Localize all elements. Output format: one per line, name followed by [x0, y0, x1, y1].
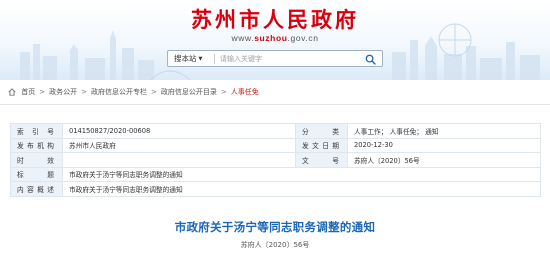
site-url-prefix: www. [231, 33, 255, 43]
breadcrumb-divider [0, 104, 550, 105]
breadcrumb-info-directory[interactable]: 政府信息公开目录 [161, 88, 217, 96]
search-box: 搜本站 ▼ [167, 50, 383, 67]
breadcrumb-separator: > [150, 88, 157, 96]
breadcrumb-separator: > [39, 88, 46, 96]
breadcrumb-gov-affairs[interactable]: 政务公开 [49, 88, 77, 96]
search-scope-select[interactable]: 搜本站 ▼ [174, 53, 212, 65]
meta-row: 内容概述 市政府关于汤宁等同志职务调整的通知 [10, 181, 541, 197]
meta-value-category: 人事工作； 人事任免； 通知 [347, 123, 541, 139]
article-title: 市政府关于汤宁等同志职务调整的通知 [174, 220, 376, 234]
meta-value-index: 014150827/2020-00608 [62, 123, 296, 139]
search-input[interactable] [220, 53, 358, 65]
article-doc-number: 苏府人〔2020〕56号 [240, 241, 310, 249]
breadcrumb-separator: > [81, 88, 87, 96]
search-divider [214, 54, 215, 64]
meta-value-publisher: 苏州市人民政府 [62, 137, 296, 153]
breadcrumb: 首页 > 政务公开 > 政府信息公开专栏 > 政府信息公开目录 > 人事任免 [0, 84, 550, 100]
meta-value-doc-number: 苏府人〔2020〕56号 [347, 152, 541, 168]
meta-key-title: 标 题 [10, 166, 63, 182]
document-meta-table: 索 引 号 014150827/2020-00608 分 类 人事工作； 人事任… [10, 123, 541, 197]
meta-row: 时 效 文 号 苏府人〔2020〕56号 [10, 152, 541, 168]
search-scope-label: 搜本站 [174, 54, 197, 63]
meta-key-validity: 时 效 [10, 152, 63, 168]
meta-key-publisher: 发布机构 [10, 137, 63, 153]
meta-key-date: 发文日期 [295, 137, 348, 153]
home-icon [8, 88, 16, 96]
meta-value-validity [62, 152, 296, 168]
meta-key-summary: 内容概述 [10, 181, 63, 197]
breadcrumb-home[interactable]: 首页 [21, 88, 35, 96]
site-header: 苏州市人民政府 www.suzhou.gov.cn 搜本站 ▼ [0, 0, 550, 80]
search-button[interactable] [363, 53, 377, 65]
breadcrumb-info-column[interactable]: 政府信息公开专栏 [91, 88, 147, 96]
meta-row: 发布机构 苏州市人民政府 发文日期 2020-12-30 [10, 137, 541, 153]
meta-value-date: 2020-12-30 [347, 137, 541, 153]
site-url: www.suzhou.gov.cn [0, 33, 550, 43]
chevron-down-icon: ▼ [198, 56, 203, 62]
site-title: 苏州市人民政府 [191, 7, 359, 32]
meta-row: 标 题 市政府关于汤宁等同志职务调整的通知 [10, 166, 541, 182]
meta-key-index: 索 引 号 [10, 123, 63, 139]
search-icon [365, 54, 376, 65]
breadcrumb-separator: > [220, 88, 227, 96]
site-url-suffix: .gov.cn [287, 33, 319, 43]
meta-value-title: 市政府关于汤宁等同志职务调整的通知 [62, 166, 541, 182]
site-url-domain: suzhou [254, 33, 288, 43]
meta-row: 索 引 号 014150827/2020-00608 分 类 人事工作； 人事任… [10, 123, 541, 139]
meta-key-category: 分 类 [295, 123, 348, 139]
meta-value-summary: 市政府关于汤宁等同志职务调整的通知 [62, 181, 541, 197]
breadcrumb-personnel[interactable]: 人事任免 [231, 88, 259, 96]
meta-key-doc-number: 文 号 [295, 152, 348, 168]
